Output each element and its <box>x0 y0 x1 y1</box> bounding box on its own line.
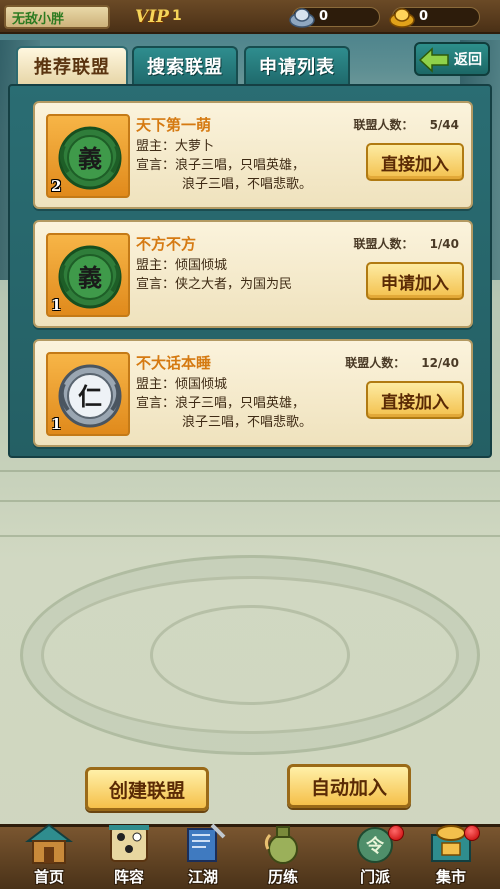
nav-label: 门派 <box>359 868 390 886</box>
member-count: 联盟人数： 5/44 <box>354 116 459 133</box>
nav-jianghu[interactable]: 江湖 <box>172 823 234 889</box>
declaration-label: 宣言： <box>136 158 176 173</box>
nav-label: 首页 <box>33 868 64 886</box>
silver-ingot-icon <box>289 8 315 28</box>
status-bar: 无敌小胖 VIP 1 0 0 <box>0 0 500 34</box>
alliance-card: 義 2 天下第一萌 联盟人数： 5/44 盟主：大萝卜 宣言：浪子三唱，只唱英雄，… <box>33 101 473 209</box>
floor-line <box>0 500 500 502</box>
emblem-char: 義 <box>78 263 102 292</box>
tab-recommended[interactable]: 推荐联盟 <box>16 46 128 84</box>
auto-join-button[interactable]: 自动加入 <box>287 764 411 808</box>
member-count-value: 5/44 <box>429 118 459 132</box>
alliance-card: 仁 1 不大话本睡 联盟人数： 12/40 盟主：倾国倾城 宣言：浪子三唱，只唱英… <box>33 339 473 447</box>
player-name[interactable]: 无敌小胖 <box>4 5 110 29</box>
silver-counter[interactable]: 0 <box>289 7 380 28</box>
alliance-name: 天下第一萌 <box>136 116 212 134</box>
leader-name: 倾国倾城 <box>175 258 228 273</box>
nav-training[interactable]: 历练 <box>252 826 314 889</box>
member-count-label: 联盟人数： <box>353 237 414 251</box>
declaration-label: 宣言： <box>136 277 176 292</box>
floor-line <box>0 535 500 537</box>
member-count-label: 联盟人数： <box>345 356 406 370</box>
member-count-value: 1/40 <box>429 237 459 251</box>
svg-text:令: 令 <box>365 835 385 857</box>
back-arrow-icon <box>418 47 449 73</box>
alliance-emblem: 義 1 <box>46 233 130 317</box>
nav-sect[interactable]: 令 门派 <box>344 825 406 889</box>
alliance-level: 2 <box>51 177 62 195</box>
back-label: 返回 <box>454 52 482 68</box>
alliance-name: 不方不方 <box>136 235 197 253</box>
notification-badge <box>388 825 404 841</box>
nav-home[interactable]: 首页 <box>18 823 80 889</box>
home-icon <box>25 823 73 864</box>
jianghu-icon <box>187 823 226 862</box>
leader-label: 盟主： <box>136 139 176 154</box>
join-button[interactable]: 直接加入 <box>366 381 464 419</box>
leader-row: 盟主：大萝卜 <box>136 137 214 156</box>
gold-counter[interactable]: 0 <box>389 7 480 28</box>
member-count: 联盟人数： 12/40 <box>345 354 459 371</box>
declaration-line2: 浪子三唱，不唱悲歌。 <box>182 177 313 192</box>
tab-search[interactable]: 搜索联盟 <box>132 46 238 84</box>
vip-label: VIP <box>135 7 169 27</box>
declaration-line1: 浪子三唱，只唱英雄， <box>175 396 306 411</box>
nav-lineup[interactable]: 阵容 <box>98 825 160 889</box>
back-button[interactable]: 返回 <box>414 42 490 76</box>
declaration-line2: 浪子三唱，不唱悲歌。 <box>182 415 313 430</box>
leader-row: 盟主：倾国倾城 <box>136 256 227 275</box>
emblem-char: 義 <box>78 144 102 173</box>
member-count: 联盟人数： 1/40 <box>354 235 459 252</box>
leader-label: 盟主： <box>136 377 176 392</box>
leader-name: 倾国倾城 <box>175 377 228 392</box>
declaration-line1: 浪子三唱，只唱英雄， <box>175 158 306 173</box>
member-count-label: 联盟人数： <box>353 118 414 132</box>
nav-label: 江湖 <box>187 868 218 886</box>
vip-level: 1 <box>172 8 182 24</box>
lineup-icon <box>109 825 149 862</box>
nav-label: 历练 <box>267 868 298 886</box>
gold-value: 0 <box>419 9 429 24</box>
join-button[interactable]: 直接加入 <box>366 143 464 181</box>
alliance-level: 1 <box>51 296 62 314</box>
create-alliance-button[interactable]: 创建联盟 <box>85 767 209 811</box>
tab-applications[interactable]: 申请列表 <box>244 46 350 84</box>
silver-value: 0 <box>319 9 329 24</box>
leader-row: 盟主：倾国倾城 <box>136 375 227 394</box>
nav-label: 集市 <box>435 868 466 886</box>
alliance-level: 1 <box>51 415 62 433</box>
alliance-name: 不大话本睡 <box>136 354 212 372</box>
declaration-line1: 侠之大者，为国为民 <box>175 277 293 292</box>
leader-label: 盟主： <box>136 258 176 273</box>
apply-button[interactable]: 申请加入 <box>366 262 464 300</box>
nav-market[interactable]: 集市 <box>420 825 482 889</box>
declaration-row: 宣言：浪子三唱，只唱英雄， <box>136 394 305 413</box>
leader-name: 大萝卜 <box>175 139 215 154</box>
training-icon <box>264 826 298 864</box>
declaration-row: 宣言：浪子三唱，只唱英雄， <box>136 156 305 175</box>
alliance-emblem: 仁 1 <box>46 352 130 436</box>
declaration-row: 宣言：侠之大者，为国为民 <box>136 275 292 294</box>
floor-line <box>0 470 500 472</box>
gold-ingot-icon <box>389 8 415 28</box>
declaration-label: 宣言： <box>136 396 176 411</box>
emblem-char: 仁 <box>78 382 102 411</box>
nav-label: 阵容 <box>113 868 144 886</box>
alliance-card: 義 1 不方不方 联盟人数： 1/40 盟主：倾国倾城 宣言：侠之大者，为国为民 … <box>33 220 473 328</box>
member-count-value: 12/40 <box>421 356 459 370</box>
alliance-emblem: 義 2 <box>46 114 130 198</box>
courtyard-circle-inner <box>150 605 350 705</box>
bottom-nav: 首页 阵容 江湖 历练 令 门派 集市 <box>0 823 500 889</box>
notification-badge <box>464 825 480 841</box>
